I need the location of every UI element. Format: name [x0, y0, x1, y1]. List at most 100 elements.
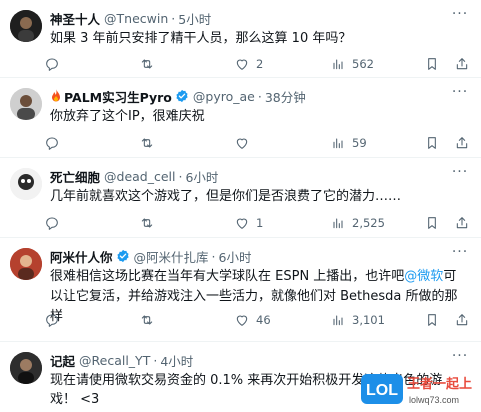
tweet-3[interactable]: 死亡细胞 @dead_cell · 6小时 ··· 几年前就喜欢这个游戏了，但是…: [0, 158, 481, 238]
more-options-icon[interactable]: ···: [451, 7, 469, 24]
display-name[interactable]: 神圣十人: [50, 9, 100, 28]
tweet-header: 记起 @Recall_YT · 4小时: [50, 351, 193, 369]
retweet-icon: [141, 315, 153, 325]
tweet-4[interactable]: 阿米什人你 @阿米什扎库 · 6小时 ··· 很难相信这场比赛在当年有大学球队在…: [0, 238, 481, 342]
avatar[interactable]: [10, 88, 42, 120]
views-button[interactable]: 2,525: [330, 215, 385, 231]
views-chart-icon: [333, 315, 343, 326]
like-button[interactable]: 2: [234, 56, 263, 72]
flame-icon: [52, 89, 60, 102]
display-name[interactable]: 记起: [50, 351, 75, 370]
share-icon: [456, 217, 468, 229]
share-icon: [456, 314, 468, 326]
retweet-icon: [141, 218, 153, 228]
share-button[interactable]: [454, 215, 470, 231]
bookmark-icon: [428, 217, 436, 229]
like-count: 46: [256, 313, 271, 327]
separator: ·: [171, 10, 176, 26]
bookmark-button[interactable]: [424, 312, 440, 328]
view-count: 59: [352, 136, 367, 150]
bookmark-icon: [428, 58, 436, 70]
like-button[interactable]: 1: [234, 215, 263, 231]
more-options-icon[interactable]: ···: [451, 85, 469, 102]
display-name[interactable]: 死亡细胞: [50, 167, 100, 186]
reply-feed: 神圣十人 @Tnecwin · 5小时 ··· 如果 3 年前只安排了精干人员，…: [0, 0, 481, 412]
retweet-button[interactable]: [139, 56, 155, 72]
avatar-image: [10, 248, 42, 280]
timestamp[interactable]: 5小时: [178, 9, 211, 28]
share-icon: [456, 58, 468, 70]
reply-button[interactable]: [44, 56, 60, 72]
verified-badge-icon: [116, 249, 129, 263]
avatar-image: [10, 168, 42, 200]
share-button[interactable]: [454, 135, 470, 151]
site-watermark: LOL 王者一起上 lolwq73.com: [361, 368, 479, 410]
timestamp[interactable]: 6小时: [219, 247, 252, 266]
reply-button[interactable]: [44, 215, 60, 231]
heart-icon: [236, 138, 248, 149]
user-handle[interactable]: @pyro_ae: [193, 89, 255, 104]
bookmark-icon: [428, 314, 436, 326]
timestamp[interactable]: 6小时: [185, 167, 218, 186]
share-button[interactable]: [454, 56, 470, 72]
reply-button[interactable]: [44, 135, 60, 151]
timestamp[interactable]: 38分钟: [265, 87, 306, 106]
retweet-button[interactable]: [139, 312, 155, 328]
views-chart-icon: [333, 59, 343, 70]
user-handle[interactable]: @阿米什扎库: [134, 247, 209, 266]
more-options-icon[interactable]: ···: [451, 245, 469, 262]
watermark-url: lolwq73.com: [409, 395, 459, 405]
views-button[interactable]: 59: [330, 135, 367, 151]
avatar[interactable]: [10, 352, 42, 384]
watermark-title: 王者一起上: [407, 376, 472, 392]
views-button[interactable]: 562: [330, 56, 374, 72]
verified-badge-icon: [176, 89, 188, 103]
tweet-text: 几年前就喜欢这个游戏了，但是你们是否浪费了它的潜力……: [50, 189, 402, 204]
tweet-header: PALM实习生Pyro @pyro_ae · 38分钟: [50, 87, 306, 105]
heart-icon: [236, 315, 248, 326]
user-handle[interactable]: @Recall_YT: [79, 353, 150, 368]
reply-icon: [46, 217, 58, 230]
heart-icon: [236, 59, 248, 70]
separator: ·: [211, 248, 216, 264]
display-name[interactable]: PALM实习生Pyro: [64, 87, 172, 106]
like-button[interactable]: 46: [234, 312, 271, 328]
bookmark-button[interactable]: [424, 56, 440, 72]
like-button[interactable]: [234, 135, 250, 151]
tweet-text: 如果 3 年前只安排了精干人员，那么这算 10 年吗？: [50, 31, 352, 46]
avatar[interactable]: [10, 248, 42, 280]
bookmark-button[interactable]: [424, 215, 440, 231]
retweet-button[interactable]: [139, 215, 155, 231]
user-handle[interactable]: @Tnecwin: [104, 11, 168, 26]
avatar[interactable]: [10, 10, 42, 42]
more-options-icon[interactable]: ···: [451, 349, 469, 366]
bookmark-icon: [428, 137, 436, 149]
share-icon: [456, 137, 468, 149]
retweet-icon: [141, 59, 153, 69]
more-options-icon[interactable]: ···: [451, 165, 469, 182]
avatar-image: [10, 10, 42, 42]
view-count: 562: [352, 57, 374, 71]
heart-icon: [236, 218, 248, 229]
views-chart-icon: [333, 138, 343, 149]
tweet-2[interactable]: PALM实习生Pyro @pyro_ae · 38分钟 ··· 你放弃了这个IP…: [0, 78, 481, 158]
share-button[interactable]: [454, 312, 470, 328]
views-button[interactable]: 3,101: [330, 312, 385, 328]
reply-icon: [46, 137, 58, 150]
like-count: 2: [256, 57, 264, 71]
avatar[interactable]: [10, 168, 42, 200]
user-handle[interactable]: @dead_cell: [104, 169, 175, 184]
retweet-button[interactable]: [139, 135, 155, 151]
views-chart-icon: [333, 218, 343, 229]
bookmark-button[interactable]: [424, 135, 440, 151]
tweet-actions: 2 562: [44, 54, 468, 74]
timestamp[interactable]: 4小时: [160, 351, 193, 370]
tweet-1[interactable]: 神圣十人 @Tnecwin · 5小时 ··· 如果 3 年前只安排了精干人员，…: [0, 0, 481, 78]
tweet-header: 死亡细胞 @dead_cell · 6小时: [50, 167, 218, 185]
tweet-header: 阿米什人你 @阿米什扎库 · 6小时: [50, 247, 251, 265]
mention-link[interactable]: @微软: [404, 269, 443, 284]
retweet-icon: [141, 138, 153, 148]
reply-icon: [46, 314, 58, 327]
reply-button[interactable]: [44, 312, 60, 328]
display-name[interactable]: 阿米什人你: [50, 247, 113, 266]
